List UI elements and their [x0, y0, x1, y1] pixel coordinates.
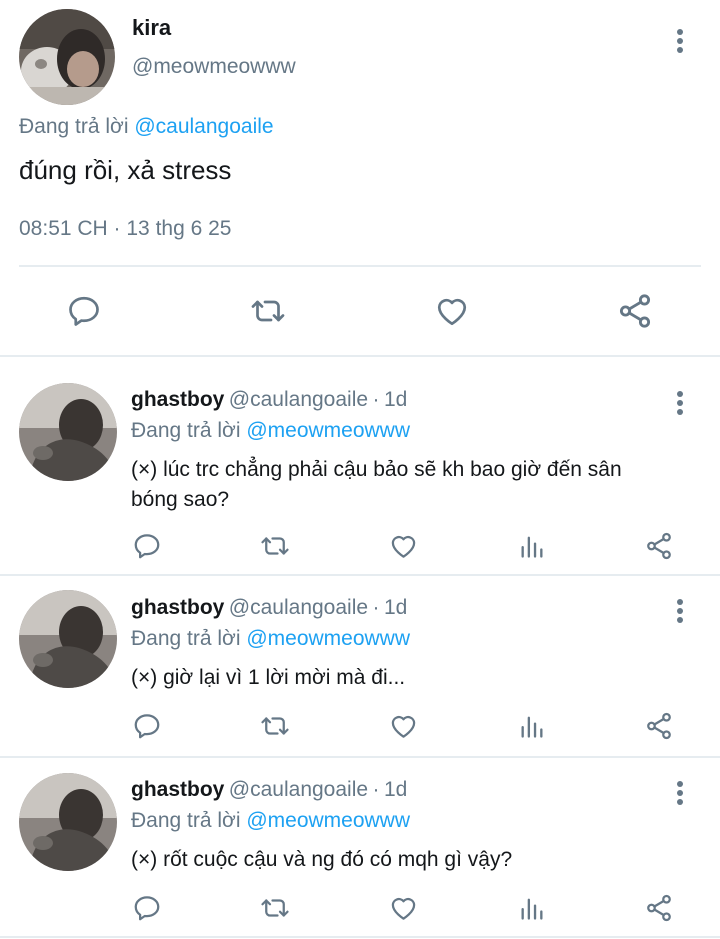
author-handle[interactable]: @caulangoaile: [229, 388, 368, 411]
more-options-icon[interactable]: [670, 778, 690, 808]
section-divider: [0, 936, 720, 938]
replying-to-line: Đang trả lời @meowmeowww: [131, 419, 410, 443]
replying-to-line: Đang trả lời @caulangoaile: [19, 115, 274, 139]
author-name[interactable]: kira: [132, 15, 171, 41]
more-options-icon[interactable]: [670, 26, 690, 56]
replying-to-line: Đang trả lời @meowmeowww: [131, 809, 410, 833]
author-handle[interactable]: @meowmeowww: [132, 55, 296, 79]
replying-to-line: Đang trả lời @meowmeowww: [131, 627, 410, 651]
analytics-icon[interactable]: [518, 531, 546, 561]
replying-prefix: Đang trả lời: [131, 419, 241, 442]
retweet-icon[interactable]: [258, 893, 292, 923]
separator-dot: ·: [372, 388, 380, 411]
analytics-icon[interactable]: [518, 711, 546, 741]
reply-icon[interactable]: [132, 531, 162, 561]
separator-dot: ·: [372, 778, 380, 801]
reply-header: ghastboy @caulangoaile · 1d: [131, 596, 407, 620]
reply-icon[interactable]: [66, 293, 102, 329]
section-divider: [0, 355, 720, 357]
reply-text: (×) rốt cuộc cậu và ng đó có mqh gì vậy?: [131, 848, 513, 871]
separator-dot: ·: [372, 596, 380, 619]
like-icon[interactable]: [388, 531, 419, 561]
avatar[interactable]: [19, 9, 115, 105]
replying-to-link[interactable]: @meowmeowww: [246, 419, 410, 442]
replying-prefix: Đang trả lời: [131, 627, 241, 650]
analytics-icon[interactable]: [518, 893, 546, 923]
author-name[interactable]: ghastboy: [131, 778, 224, 801]
divider: [19, 265, 701, 267]
replying-prefix: Đang trả lời: [19, 115, 129, 138]
share-icon[interactable]: [644, 892, 674, 924]
retweet-icon[interactable]: [248, 293, 288, 329]
avatar[interactable]: [19, 773, 117, 871]
share-icon[interactable]: [644, 710, 674, 742]
section-divider: [0, 756, 720, 758]
author-handle[interactable]: @caulangoaile: [229, 596, 368, 619]
retweet-icon[interactable]: [258, 711, 292, 741]
author-handle[interactable]: @caulangoaile: [229, 778, 368, 801]
reply-header: ghastboy @caulangoaile · 1d: [131, 778, 407, 802]
retweet-icon[interactable]: [258, 531, 292, 561]
avatar[interactable]: [19, 590, 117, 688]
replying-to-link[interactable]: @caulangoaile: [134, 115, 273, 138]
like-icon[interactable]: [388, 893, 419, 923]
replying-to-link[interactable]: @meowmeowww: [246, 627, 410, 650]
reply-age: 1d: [383, 388, 408, 411]
reply-text: (×) lúc trc chẳng phải cậu bảo sẽ kh bao…: [131, 458, 622, 511]
reply-age: 1d: [383, 596, 408, 619]
reply-icon[interactable]: [132, 711, 162, 741]
avatar[interactable]: [19, 383, 117, 481]
more-options-icon[interactable]: [670, 388, 690, 418]
reply-age: 1d: [383, 778, 408, 801]
share-icon[interactable]: [644, 530, 674, 562]
section-divider: [0, 574, 720, 576]
replying-to-link[interactable]: @meowmeowww: [246, 809, 410, 832]
tweet-text: đúng rồi, xả stress: [19, 155, 232, 185]
like-icon[interactable]: [388, 711, 419, 741]
more-options-icon[interactable]: [670, 596, 690, 626]
author-name[interactable]: ghastboy: [131, 388, 224, 411]
like-icon[interactable]: [433, 293, 471, 329]
share-icon[interactable]: [616, 292, 654, 330]
tweet-timestamp: 08:51 CH · 13 thg 6 25: [19, 217, 232, 240]
reply-icon[interactable]: [132, 893, 162, 923]
replying-prefix: Đang trả lời: [131, 809, 241, 832]
author-name[interactable]: ghastboy: [131, 596, 224, 619]
reply-text: (×) giờ lại vì 1 lời mời mà đi...: [131, 666, 406, 689]
reply-header: ghastboy @caulangoaile · 1d: [131, 388, 407, 412]
